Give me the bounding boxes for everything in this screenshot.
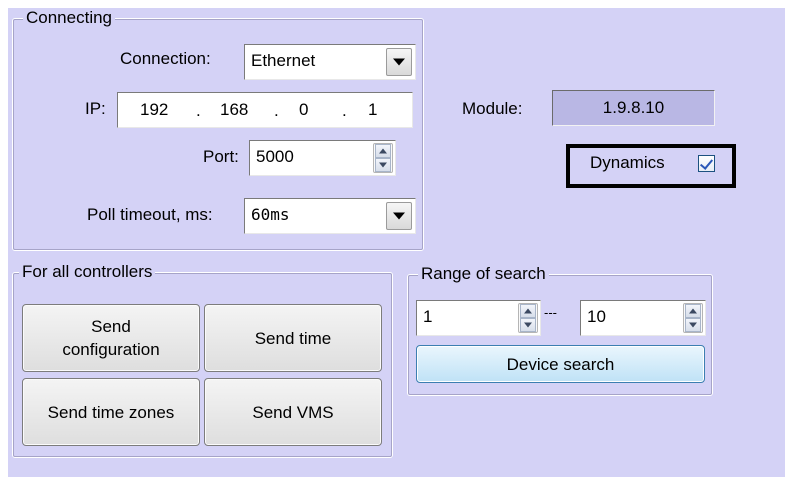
search-to-value: 10: [587, 307, 606, 326]
arrow-up-icon: [524, 308, 532, 314]
arrow-down-icon: [379, 162, 387, 168]
chevron-down-icon: [393, 58, 405, 66]
arrow-up-icon: [379, 148, 387, 154]
send-time-button[interactable]: Send time: [204, 304, 382, 372]
module-label: Module:: [462, 99, 523, 118]
ip-octet-3[interactable]: 0: [299, 99, 308, 121]
send-time-zones-button[interactable]: Send time zones: [22, 378, 200, 446]
connection-label: Connection:: [120, 49, 211, 68]
ip-octet-1[interactable]: 192: [140, 99, 168, 121]
device-search-button[interactable]: Device search: [416, 345, 705, 383]
ip-separator: .: [342, 101, 347, 120]
port-label: Port:: [203, 147, 239, 166]
ip-separator: .: [274, 101, 279, 120]
arrow-down-icon: [689, 322, 697, 328]
arrow-down-icon: [524, 322, 532, 328]
spin-up-button[interactable]: [520, 304, 536, 318]
port-stepper[interactable]: [373, 143, 393, 173]
connecting-group-title: Connecting: [23, 8, 116, 28]
dynamics-label: Dynamics: [590, 153, 665, 172]
search-range-group-title: Range of search: [418, 264, 549, 284]
poll-timeout-label: Poll timeout, ms:: [87, 205, 213, 224]
ip-octet-2[interactable]: 168: [220, 99, 248, 121]
spin-up-button[interactable]: [375, 144, 391, 158]
port-spinner[interactable]: 5000: [249, 140, 396, 176]
dynamics-checkbox[interactable]: [698, 155, 715, 172]
search-to-stepper[interactable]: [683, 303, 703, 333]
arrow-up-icon: [689, 308, 697, 314]
ip-address-field[interactable]: 192 . 168 . 0 . 1: [117, 92, 413, 128]
spin-down-button[interactable]: [375, 158, 391, 172]
connection-dropdown-button[interactable]: [386, 48, 412, 76]
ip-label: IP:: [85, 99, 106, 118]
chevron-down-icon: [393, 212, 405, 220]
poll-timeout-value: 60ms: [251, 205, 290, 224]
search-to-spinner[interactable]: 10: [580, 300, 706, 336]
ip-octet-4[interactable]: 1: [368, 99, 377, 121]
poll-timeout-dropdown[interactable]: 60ms: [244, 198, 416, 234]
spin-down-button[interactable]: [520, 318, 536, 332]
range-separator: ---: [544, 305, 557, 320]
controllers-group-title: For all controllers: [19, 262, 156, 282]
ip-separator: .: [196, 101, 201, 120]
poll-timeout-dropdown-button[interactable]: [386, 202, 412, 230]
connection-value: Ethernet: [251, 51, 316, 70]
port-value: 5000: [256, 147, 294, 166]
spin-up-button[interactable]: [685, 304, 701, 318]
send-vms-button[interactable]: Send VMS: [204, 378, 382, 446]
search-from-spinner[interactable]: 1: [416, 300, 541, 336]
check-icon: [699, 156, 714, 170]
module-version-field: 1.9.8.10: [552, 90, 715, 126]
connection-dropdown[interactable]: Ethernet: [244, 44, 416, 80]
spin-down-button[interactable]: [685, 318, 701, 332]
send-configuration-button[interactable]: Send configuration: [22, 304, 200, 372]
search-from-value: 1: [423, 307, 433, 326]
search-from-stepper[interactable]: [518, 303, 538, 333]
